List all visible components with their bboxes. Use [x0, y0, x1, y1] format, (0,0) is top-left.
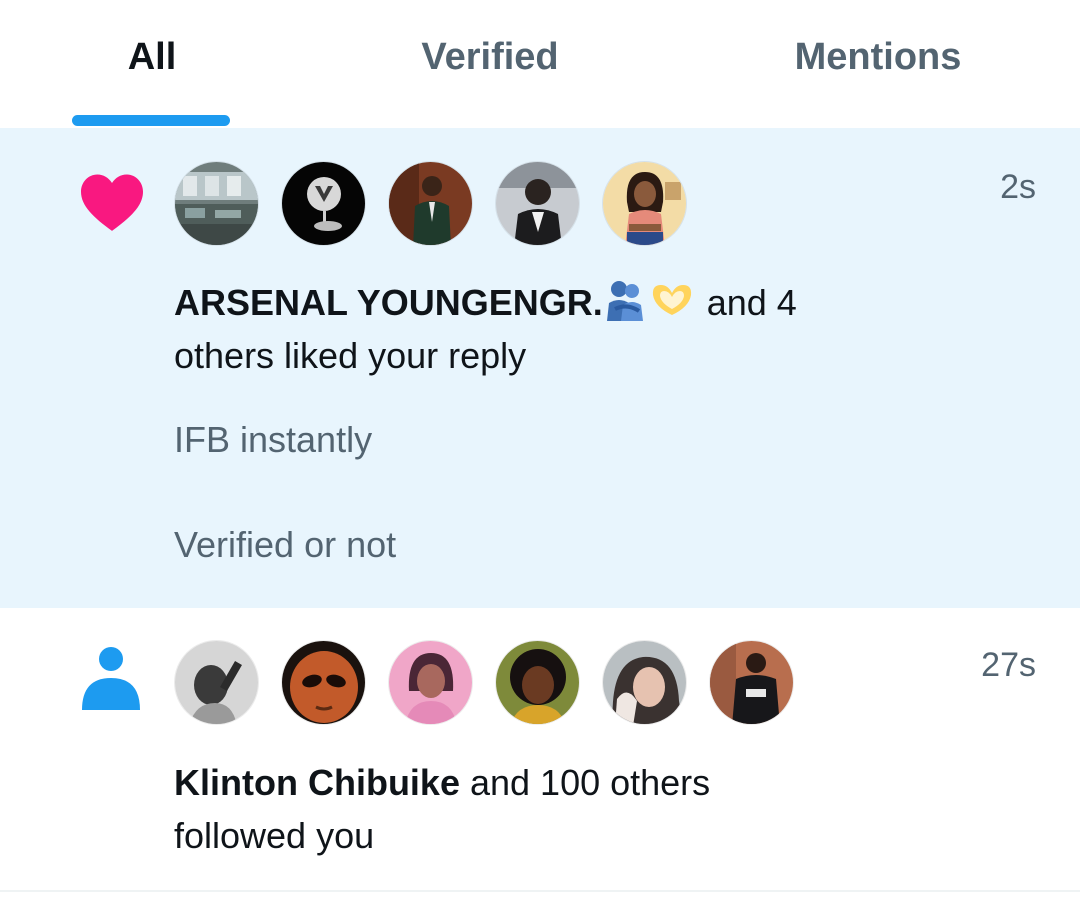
avatar-row — [174, 161, 687, 246]
reply-snippet-line: IFB instantly — [174, 419, 373, 460]
actor-name[interactable]: ARSENAL YOUNGENGR. — [174, 282, 603, 323]
notification-headline: ARSENAL YOUNGENGR. and 4 others liked yo… — [174, 276, 874, 382]
avatar[interactable] — [281, 640, 366, 725]
tab-verified[interactable]: Verified — [378, 0, 602, 128]
avatar[interactable] — [602, 161, 687, 246]
heart-hands-emoji — [652, 285, 691, 315]
timestamp: 2s — [1000, 168, 1036, 206]
timestamp: 27s — [981, 646, 1036, 684]
avatar-row — [174, 640, 794, 725]
follow-notification[interactable]: 27s Klinton Chibuike and 100 others foll… — [0, 608, 1080, 892]
action-text: and 100 others — [459, 762, 711, 803]
avatar[interactable] — [388, 161, 473, 246]
reply-snippet-line: Verified or not — [174, 524, 397, 565]
avatar[interactable] — [495, 640, 580, 725]
heart-icon — [81, 174, 143, 231]
people-hugging-emoji — [606, 281, 643, 321]
avatar[interactable] — [602, 640, 687, 725]
avatar[interactable] — [495, 161, 580, 246]
action-text: and 4 — [696, 282, 797, 323]
action-text-continued: followed you — [174, 815, 375, 856]
tab-all[interactable]: All — [40, 0, 264, 128]
avatar[interactable] — [388, 640, 473, 725]
avatar[interactable] — [709, 640, 794, 725]
avatar[interactable] — [281, 161, 366, 246]
avatar[interactable] — [174, 640, 259, 725]
person-icon — [82, 647, 140, 710]
avatar[interactable] — [174, 161, 259, 246]
tab-mentions[interactable]: Mentions — [760, 0, 996, 128]
like-notification[interactable]: 2s ARSENAL YOUNGENGR. and 4 others liked… — [0, 128, 1080, 608]
actor-name[interactable]: Klinton Chibuike — [174, 762, 460, 803]
notifications-tab-bar: All Verified Mentions — [0, 0, 1080, 128]
action-text-continued: others liked your reply — [174, 335, 527, 376]
active-tab-indicator — [72, 115, 230, 126]
notification-headline: Klinton Chibuike and 100 others followed… — [174, 756, 874, 862]
